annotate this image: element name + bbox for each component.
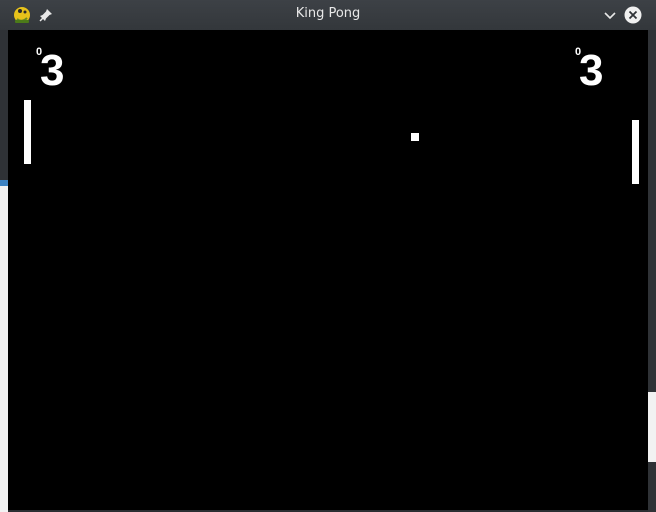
app-icon xyxy=(14,7,30,23)
window-title: King Pong xyxy=(295,6,361,21)
game-canvas[interactable]: 0 3 0 3 xyxy=(8,30,648,510)
minimize-button[interactable] xyxy=(600,5,620,25)
window-frame-left xyxy=(0,30,8,512)
title-bar[interactable]: King Pong xyxy=(0,0,656,30)
right-player-score: 0 3 xyxy=(575,47,615,95)
left-paddle xyxy=(24,100,31,164)
right-paddle xyxy=(632,120,639,184)
background-window-strip xyxy=(648,392,656,462)
left-score-big: 3 xyxy=(40,46,65,95)
window-frame-right xyxy=(648,30,656,512)
pin-icon[interactable] xyxy=(38,7,54,23)
ball xyxy=(411,133,419,141)
background-window-strip xyxy=(0,180,8,512)
background-window-accent xyxy=(0,180,8,186)
app-window: King Pong 0 3 0 3 xyxy=(0,0,656,512)
left-player-score: 0 3 xyxy=(36,47,76,95)
close-button[interactable] xyxy=(623,5,643,25)
right-score-big: 3 xyxy=(579,46,604,95)
